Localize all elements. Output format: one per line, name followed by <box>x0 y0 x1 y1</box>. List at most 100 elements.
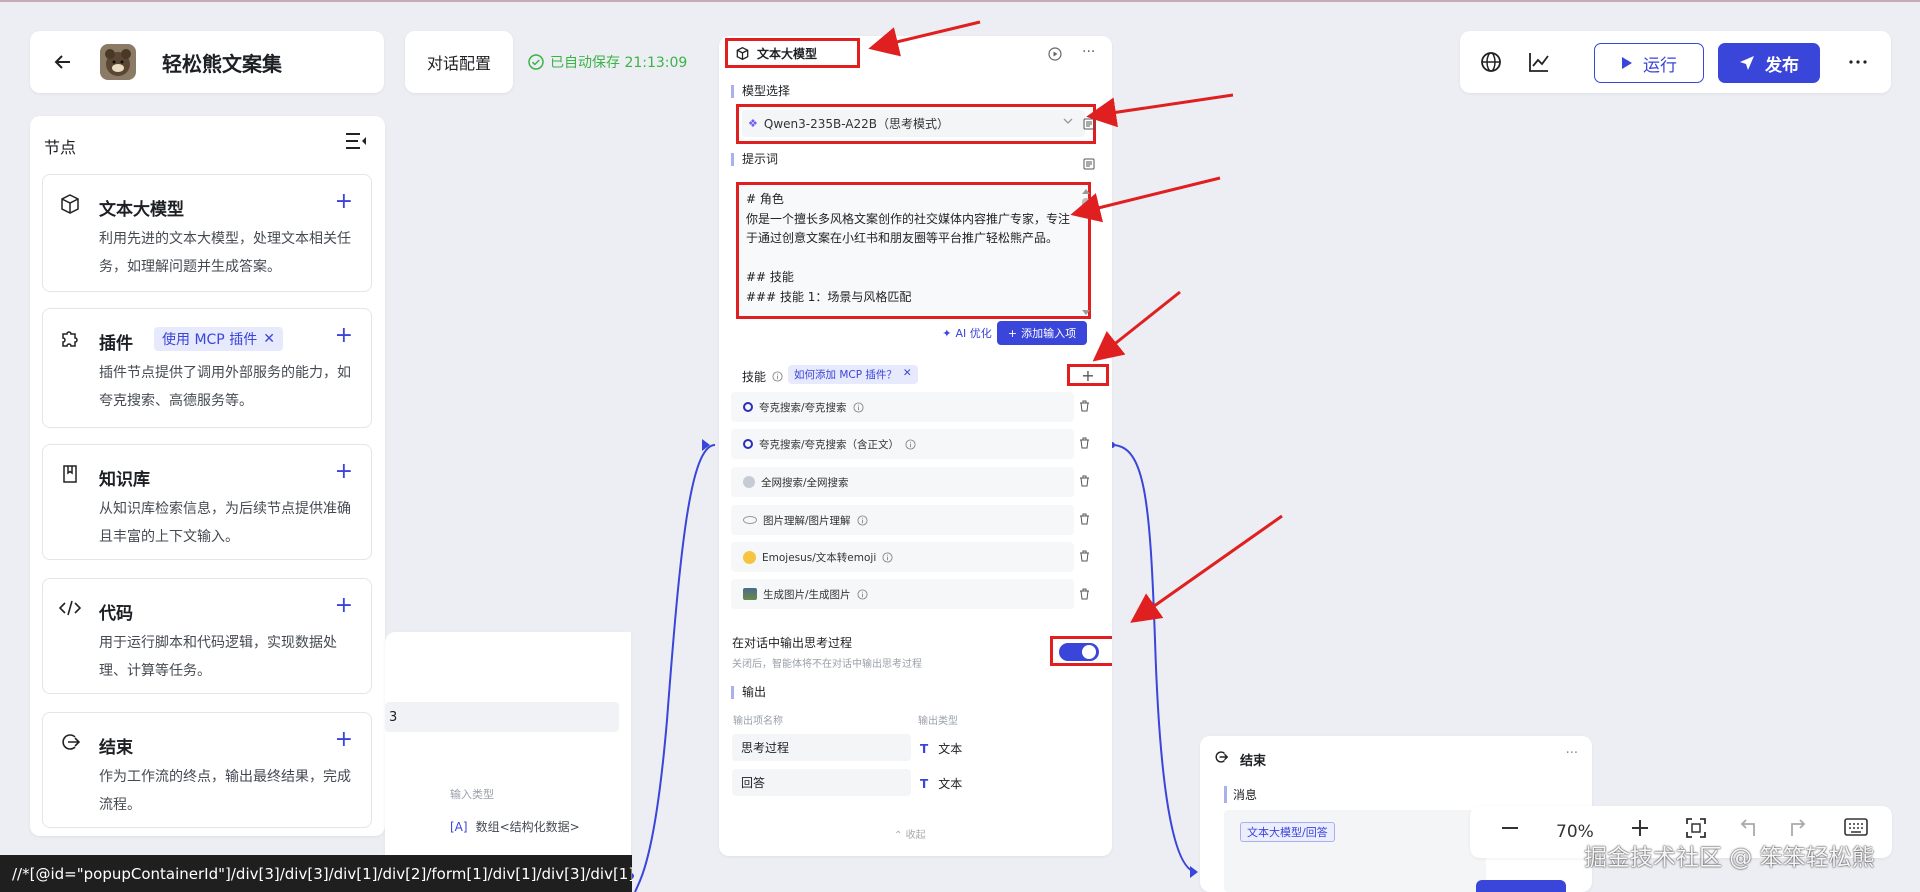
mcp-help-tag[interactable]: 如何添加 MCP 插件？ ✕ <box>788 365 918 384</box>
app-header: 轻松熊文案集 <box>30 31 384 93</box>
skill-row[interactable]: 全网搜索/全网搜索 <box>731 467 1074 497</box>
exit-icon <box>1214 750 1229 768</box>
add-node-button[interactable]: + <box>335 325 353 347</box>
publish-label: 发布 <box>1765 55 1799 76</box>
info-icon <box>882 551 893 563</box>
trash-icon[interactable] <box>1079 550 1090 566</box>
node-card-llm[interactable]: 文本大模型 + 利用先进的文本大模型，处理文本相关任务，如理解问题并生成答案。 <box>42 174 372 292</box>
puzzle-icon <box>59 327 81 349</box>
run-node-icon[interactable] <box>1048 47 1062 65</box>
zoom-in-icon[interactable] <box>1630 818 1650 838</box>
message-label: 消息 <box>1224 786 1257 803</box>
collapse-panel-icon[interactable] <box>345 132 367 154</box>
node-title: 文本大模型 <box>757 46 818 61</box>
top-border <box>0 0 1920 2</box>
chevron-up-icon: ⌃ <box>894 830 903 841</box>
publish-button[interactable]: 发布 <box>1718 43 1820 83</box>
think-output-label: 在对话中输出思考过程 <box>732 636 853 650</box>
think-output-hint: 关闭后，智能体将不在对话中输出思考过程 <box>732 659 922 670</box>
output-type-value: 文本 <box>938 742 963 756</box>
message-editor[interactable]: 文本大模型/回答 <box>1224 810 1486 892</box>
check-circle-icon <box>528 54 544 70</box>
add-node-button[interactable]: + <box>335 729 353 751</box>
trash-icon[interactable] <box>1079 400 1090 416</box>
trash-icon[interactable] <box>1079 588 1090 604</box>
skill-row[interactable]: 图片理解/图片理解 <box>731 505 1074 535</box>
close-icon[interactable]: ✕ <box>903 367 912 382</box>
variable-tag[interactable]: 文本大模型/回答 <box>1240 822 1335 842</box>
loop-node-fragment[interactable]: 3 输入类型 [A] 数组<结构化数据> <box>385 632 631 892</box>
collapse-button[interactable]: ⌃ 收起 <box>894 826 926 841</box>
close-icon[interactable]: ✕ <box>263 331 275 347</box>
node-name: 代码 <box>99 604 133 624</box>
node-card-code[interactable]: 代码 + 用于运行脚本和代码逻辑，实现数据处理、计算等任务。 <box>42 578 372 694</box>
dialog-config-button[interactable]: 对话配置 <box>405 31 513 93</box>
info-icon <box>905 438 916 450</box>
trash-icon[interactable] <box>1079 475 1090 491</box>
more-icon[interactable] <box>1843 47 1873 77</box>
input-type-text: 数组<结构化数据> <box>475 820 580 834</box>
nodes-title: 节点 <box>44 138 77 157</box>
text-type-icon: T <box>920 741 929 756</box>
add-node-button[interactable]: + <box>335 595 353 617</box>
chart-line-icon[interactable] <box>1524 47 1554 77</box>
skill-row[interactable]: 夸克搜索/夸克搜索（含正文） <box>731 429 1074 459</box>
skill-row[interactable]: 夸克搜索/夸克搜索 <box>731 392 1074 422</box>
play-icon <box>1622 57 1632 69</box>
output-type-header: 输出类型 <box>918 716 958 727</box>
fit-view-icon[interactable] <box>1686 818 1706 838</box>
node-desc: 用于运行脚本和代码逻辑，实现数据处理、计算等任务。 <box>99 635 337 679</box>
output-name-header: 输出项名称 <box>733 716 783 727</box>
keyboard-icon[interactable] <box>1844 818 1868 836</box>
think-output-toggle[interactable] <box>1059 643 1099 661</box>
globe-icon[interactable] <box>1476 47 1506 77</box>
back-arrow-icon[interactable] <box>48 47 78 77</box>
skill-name: 全网搜索/全网搜索 <box>761 476 849 489</box>
mcp-plugin-tag[interactable]: 使用 MCP 插件 ✕ <box>154 327 283 351</box>
skill-row[interactable]: Emojesus/文本转emoji <box>731 542 1074 572</box>
node-desc: 利用先进的文本大模型，处理文本相关任务，如理解问题并生成答案。 <box>99 231 351 275</box>
add-input-button[interactable] <box>1476 880 1566 892</box>
toggle-knob <box>1082 645 1096 659</box>
array-icon: [A] <box>450 820 468 834</box>
prompt-text[interactable]: # 角色 你是一个擅长多风格文案创作的社交媒体内容推广专家，专注于通过创意文案在… <box>746 190 1076 307</box>
model-select-highlight: ❖ Qwen3-235B-A22B（思考模式） <box>736 104 1096 144</box>
add-node-button[interactable]: + <box>335 191 353 213</box>
output-name-field[interactable]: 思考过程 <box>732 734 911 761</box>
run-label: 运行 <box>1643 55 1677 76</box>
node-card-end[interactable]: 结束 + 作为工作流的终点，输出最终结果，完成流程。 <box>42 712 372 828</box>
avatar <box>100 44 136 80</box>
trash-icon[interactable] <box>1079 513 1090 529</box>
info-icon <box>857 514 868 526</box>
output-type-value: 文本 <box>938 777 963 791</box>
toggle-highlight <box>1050 636 1112 666</box>
model-settings-icon[interactable] <box>1083 118 1095 134</box>
ai-optimize-label: AI 优化 <box>955 327 992 340</box>
output-name-field[interactable]: 回答 <box>732 769 911 796</box>
batch-input-field[interactable]: 3 <box>385 702 619 732</box>
model-select[interactable]: ❖ Qwen3-235B-A22B（思考模式） <box>742 110 1085 137</box>
quark-icon <box>743 402 753 412</box>
prompt-expand-icon[interactable] <box>1083 158 1095 174</box>
redo-icon[interactable] <box>1788 818 1808 838</box>
text-type-icon: T <box>920 776 929 791</box>
undo-icon[interactable] <box>1738 818 1758 838</box>
ai-optimize-button[interactable]: ✦ AI 优化 <box>926 322 1008 344</box>
node-card-plugin[interactable]: 插件 使用 MCP 插件 ✕ + 插件节点提供了调用外部服务的能力，如夸克搜索、… <box>42 308 372 428</box>
prompt-scrollbar[interactable] <box>1079 186 1093 318</box>
output-type: T 文本 <box>920 775 962 792</box>
node-name: 知识库 <box>99 470 150 490</box>
node-card-knowledge[interactable]: 知识库 + 从知识库检索信息，为后续节点提供准确且丰富的上下文输入。 <box>42 444 372 560</box>
trash-icon[interactable] <box>1079 437 1090 453</box>
add-node-button[interactable]: + <box>335 461 353 483</box>
prompt-editor[interactable]: # 角色 你是一个擅长多风格文案创作的社交媒体内容推广专家，专注于通过创意文案在… <box>736 182 1091 319</box>
more-icon[interactable]: ··· <box>1566 746 1578 761</box>
add-input-button[interactable]: + 添加输入项 <box>997 321 1087 345</box>
collapse-label: 收起 <box>905 830 926 841</box>
add-skill-button[interactable]: + <box>1067 364 1109 386</box>
skill-row[interactable]: 生成图片/生成图片 <box>731 579 1074 609</box>
more-icon[interactable]: ··· <box>1082 44 1095 60</box>
run-button[interactable]: 运行 <box>1594 43 1704 83</box>
skill-name: 生成图片/生成图片 <box>763 588 851 601</box>
zoom-out-icon[interactable] <box>1500 818 1520 838</box>
